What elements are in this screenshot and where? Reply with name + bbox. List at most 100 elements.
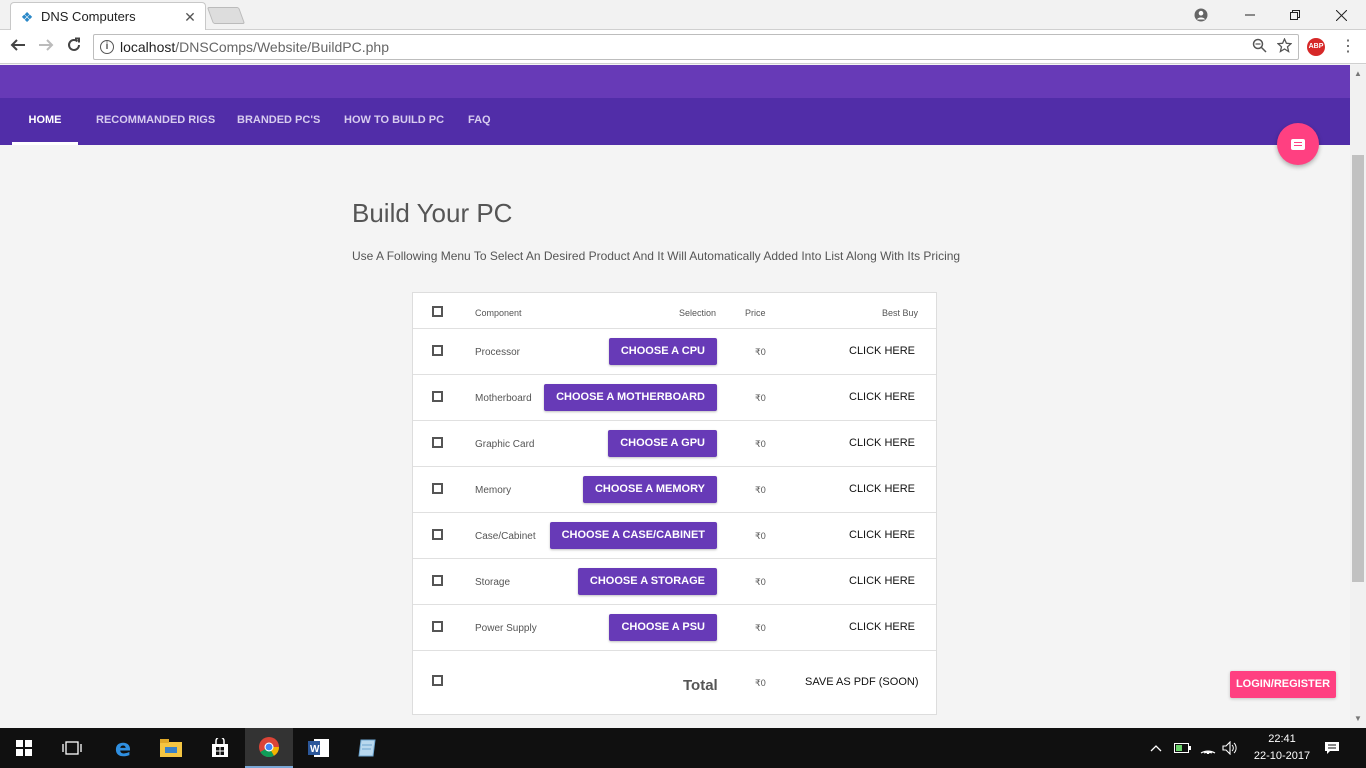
- choose-motherboard-button[interactable]: CHOOSE A MOTHERBOARD: [544, 384, 717, 411]
- tray-expand-icon[interactable]: [1150, 728, 1166, 768]
- browser-tabstrip: ❖ DNS Computers ✕: [0, 0, 1366, 30]
- component-name: Processor: [475, 347, 521, 358]
- login-register-button[interactable]: LOGIN/REGISTER: [1230, 671, 1336, 698]
- best-buy-link[interactable]: CLICK HERE: [849, 483, 915, 495]
- total-price: ₹0: [755, 678, 766, 688]
- tab-title: DNS Computers: [41, 9, 136, 24]
- row-checkbox[interactable]: [432, 675, 443, 686]
- table-row: Power Supply CHOOSE A PSU ₹0 CLICK HERE: [413, 605, 936, 651]
- component-price: ₹0: [755, 485, 766, 495]
- site-info-icon[interactable]: i: [100, 40, 114, 54]
- windows-taskbar: e W 22:41 22-10-2017: [0, 728, 1366, 768]
- site-favicon-icon: ❖: [20, 8, 34, 25]
- chat-fab-button[interactable]: [1277, 123, 1319, 165]
- forward-arrow-icon[interactable]: [35, 36, 57, 58]
- tab-close-icon[interactable]: ✕: [183, 10, 197, 24]
- browser-menu-icon[interactable]: ⋮: [1340, 36, 1356, 58]
- choose-cpu-button[interactable]: CHOOSE A CPU: [608, 338, 717, 365]
- profile-icon[interactable]: [1178, 0, 1224, 30]
- row-checkbox[interactable]: [432, 391, 443, 402]
- chrome-taskbar-icon[interactable]: [245, 728, 293, 768]
- browser-tab[interactable]: ❖ DNS Computers ✕: [10, 2, 206, 30]
- header-price: Price: [745, 308, 766, 318]
- header-component: Component: [475, 308, 522, 318]
- component-name: Graphic Card: [475, 439, 535, 450]
- reload-icon[interactable]: [63, 36, 85, 58]
- choose-psu-button[interactable]: CHOOSE A PSU: [609, 614, 717, 641]
- row-checkbox[interactable]: [432, 575, 443, 586]
- volume-icon[interactable]: [1222, 728, 1240, 768]
- component-price: ₹0: [755, 577, 766, 587]
- nav-home[interactable]: HOME: [12, 98, 78, 145]
- best-buy-link[interactable]: CLICK HERE: [849, 529, 915, 541]
- zoom-icon[interactable]: [1252, 38, 1267, 57]
- component-price: ₹0: [755, 393, 766, 403]
- restore-icon[interactable]: [1272, 0, 1318, 30]
- nav-branded-pcs[interactable]: BRANDED PC'S: [237, 98, 320, 145]
- component-price: ₹0: [755, 623, 766, 633]
- nav-faq[interactable]: FAQ: [468, 98, 491, 145]
- header-selection: Selection: [679, 308, 717, 318]
- new-tab-button[interactable]: [206, 7, 246, 24]
- scroll-up-icon[interactable]: ▲: [1352, 68, 1364, 80]
- wifi-icon[interactable]: [1200, 728, 1218, 768]
- nav-how-to-build-pc[interactable]: HOW TO BUILD PC: [344, 98, 444, 145]
- minimize-icon[interactable]: [1227, 0, 1273, 30]
- row-checkbox[interactable]: [432, 345, 443, 356]
- edge-browser-icon[interactable]: e: [99, 728, 147, 768]
- component-name: Power Supply: [475, 623, 537, 634]
- url-path: /DNSComps/Website/BuildPC.php: [175, 39, 389, 55]
- file-explorer-icon[interactable]: [147, 728, 195, 768]
- windows-start-icon[interactable]: [0, 728, 48, 768]
- component-name: Storage: [475, 577, 511, 588]
- component-price: ₹0: [755, 531, 766, 541]
- task-view-icon[interactable]: [48, 728, 96, 768]
- component-price: ₹0: [755, 347, 766, 357]
- header-best-buy: Best Buy: [882, 308, 919, 318]
- best-buy-link[interactable]: CLICK HERE: [849, 575, 915, 587]
- site-header: [0, 65, 1350, 98]
- table-row: Case/Cabinet CHOOSE A CASE/CABINET ₹0 CL…: [413, 513, 936, 559]
- page-title: Build Your PC: [352, 198, 513, 228]
- nav-recommanded-rigs[interactable]: RECOMMANDED RIGS: [96, 98, 215, 145]
- back-arrow-icon[interactable]: [7, 36, 29, 58]
- row-checkbox[interactable]: [432, 621, 443, 632]
- battery-icon[interactable]: [1174, 728, 1192, 768]
- chat-icon: [1291, 138, 1305, 150]
- taskbar-clock[interactable]: 22:41 22-10-2017: [1248, 731, 1316, 765]
- address-bar[interactable]: i localhost /DNSComps/Website/BuildPC.ph…: [93, 34, 1299, 60]
- row-checkbox[interactable]: [432, 529, 443, 540]
- action-center-icon[interactable]: [1324, 728, 1344, 768]
- row-checkbox[interactable]: [432, 437, 443, 448]
- clock-time: 22:41: [1268, 733, 1296, 745]
- best-buy-link[interactable]: CLICK HERE: [849, 345, 915, 357]
- best-buy-link[interactable]: CLICK HERE: [849, 391, 915, 403]
- word-icon[interactable]: W: [295, 728, 343, 768]
- select-all-checkbox[interactable]: [432, 306, 443, 317]
- table-row: Graphic Card CHOOSE A GPU ₹0 CLICK HERE: [413, 421, 936, 467]
- table-row: Memory CHOOSE A MEMORY ₹0 CLICK HERE: [413, 467, 936, 513]
- build-pc-table: Component Selection Price Best Buy Proce…: [412, 292, 937, 715]
- component-name: Case/Cabinet: [475, 531, 536, 542]
- clock-date: 22-10-2017: [1253, 750, 1311, 762]
- choose-case-button[interactable]: CHOOSE A CASE/CABINET: [549, 522, 717, 549]
- choose-memory-button[interactable]: CHOOSE A MEMORY: [582, 476, 717, 503]
- close-window-icon[interactable]: [1318, 0, 1364, 30]
- best-buy-link[interactable]: CLICK HERE: [849, 437, 915, 449]
- adblock-plus-icon[interactable]: ABP: [1307, 38, 1325, 56]
- choose-gpu-button[interactable]: CHOOSE A GPU: [608, 430, 717, 457]
- scrollbar-thumb[interactable]: [1352, 155, 1364, 582]
- row-checkbox[interactable]: [432, 483, 443, 494]
- site-navbar: HOME RECOMMANDED RIGS BRANDED PC'S HOW T…: [0, 98, 1350, 145]
- choose-storage-button[interactable]: CHOOSE A STORAGE: [577, 568, 717, 595]
- bookmark-star-icon[interactable]: [1276, 37, 1293, 57]
- store-icon[interactable]: [196, 728, 244, 768]
- save-as-pdf-link[interactable]: SAVE AS PDF (SOON): [805, 676, 919, 688]
- notepad-icon[interactable]: [343, 728, 391, 768]
- scroll-down-icon[interactable]: ▼: [1352, 713, 1364, 725]
- url-host: localhost: [120, 39, 176, 55]
- table-row: Processor CHOOSE A CPU ₹0 CLICK HERE: [413, 329, 936, 375]
- table-row: Motherboard CHOOSE A MOTHERBOARD ₹0 CLIC…: [413, 375, 936, 421]
- table-total-row: Total ₹0 SAVE AS PDF (SOON): [413, 651, 936, 714]
- best-buy-link[interactable]: CLICK HERE: [849, 621, 915, 633]
